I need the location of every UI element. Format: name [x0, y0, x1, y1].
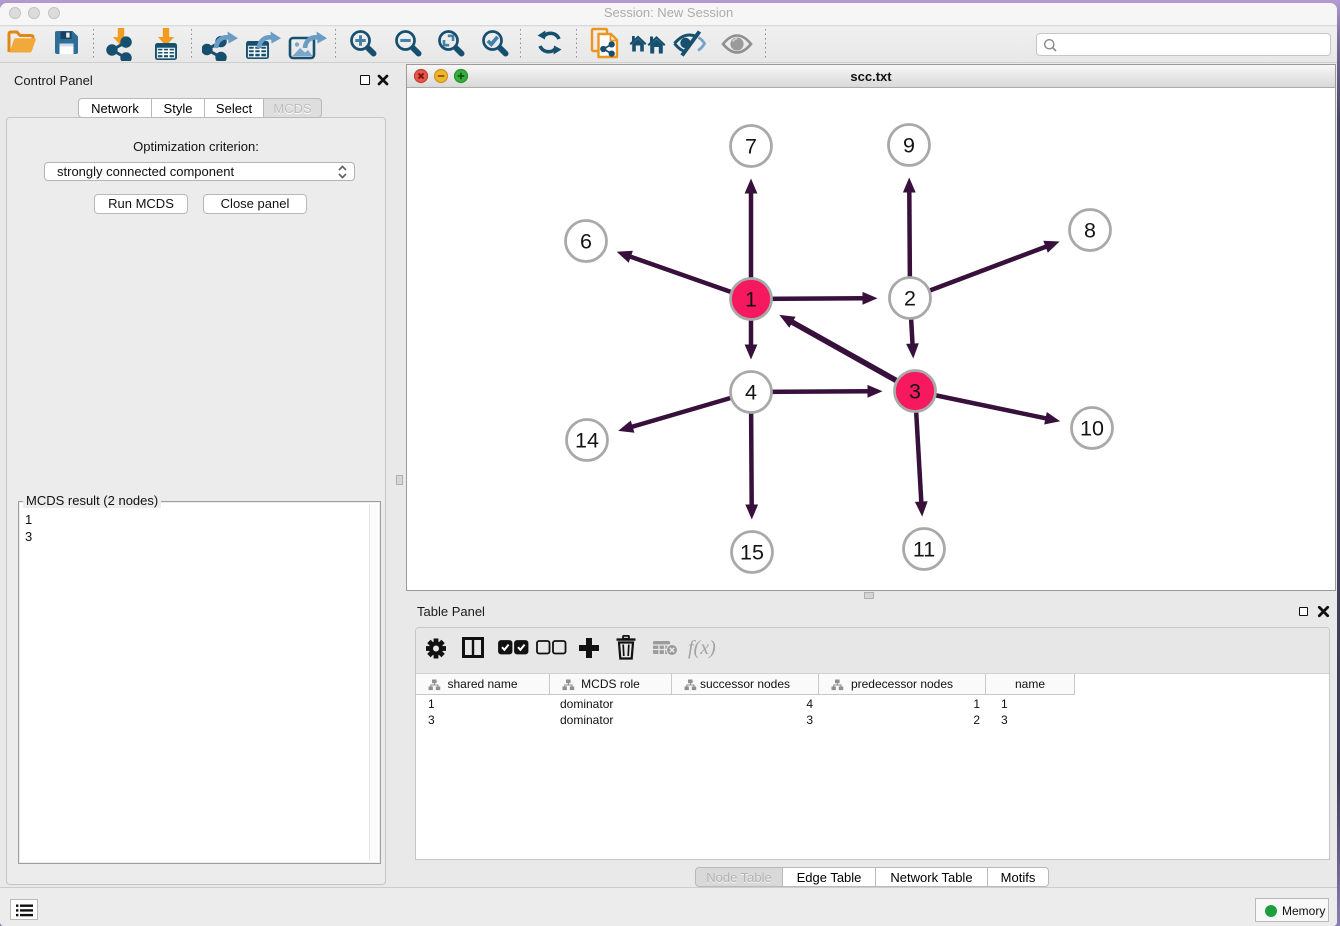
svg-text:1: 1 — [745, 288, 757, 312]
svg-text:7: 7 — [745, 135, 757, 159]
svg-text:14: 14 — [575, 429, 599, 453]
svg-text:3: 3 — [909, 380, 921, 404]
svg-text:6: 6 — [580, 230, 592, 254]
svg-text:10: 10 — [1080, 417, 1104, 441]
svg-text:2: 2 — [904, 287, 916, 311]
svg-text:4: 4 — [745, 381, 757, 405]
svg-text:8: 8 — [1084, 219, 1096, 243]
svg-text:15: 15 — [740, 541, 764, 565]
svg-text:11: 11 — [913, 538, 935, 562]
svg-text:9: 9 — [903, 134, 915, 158]
